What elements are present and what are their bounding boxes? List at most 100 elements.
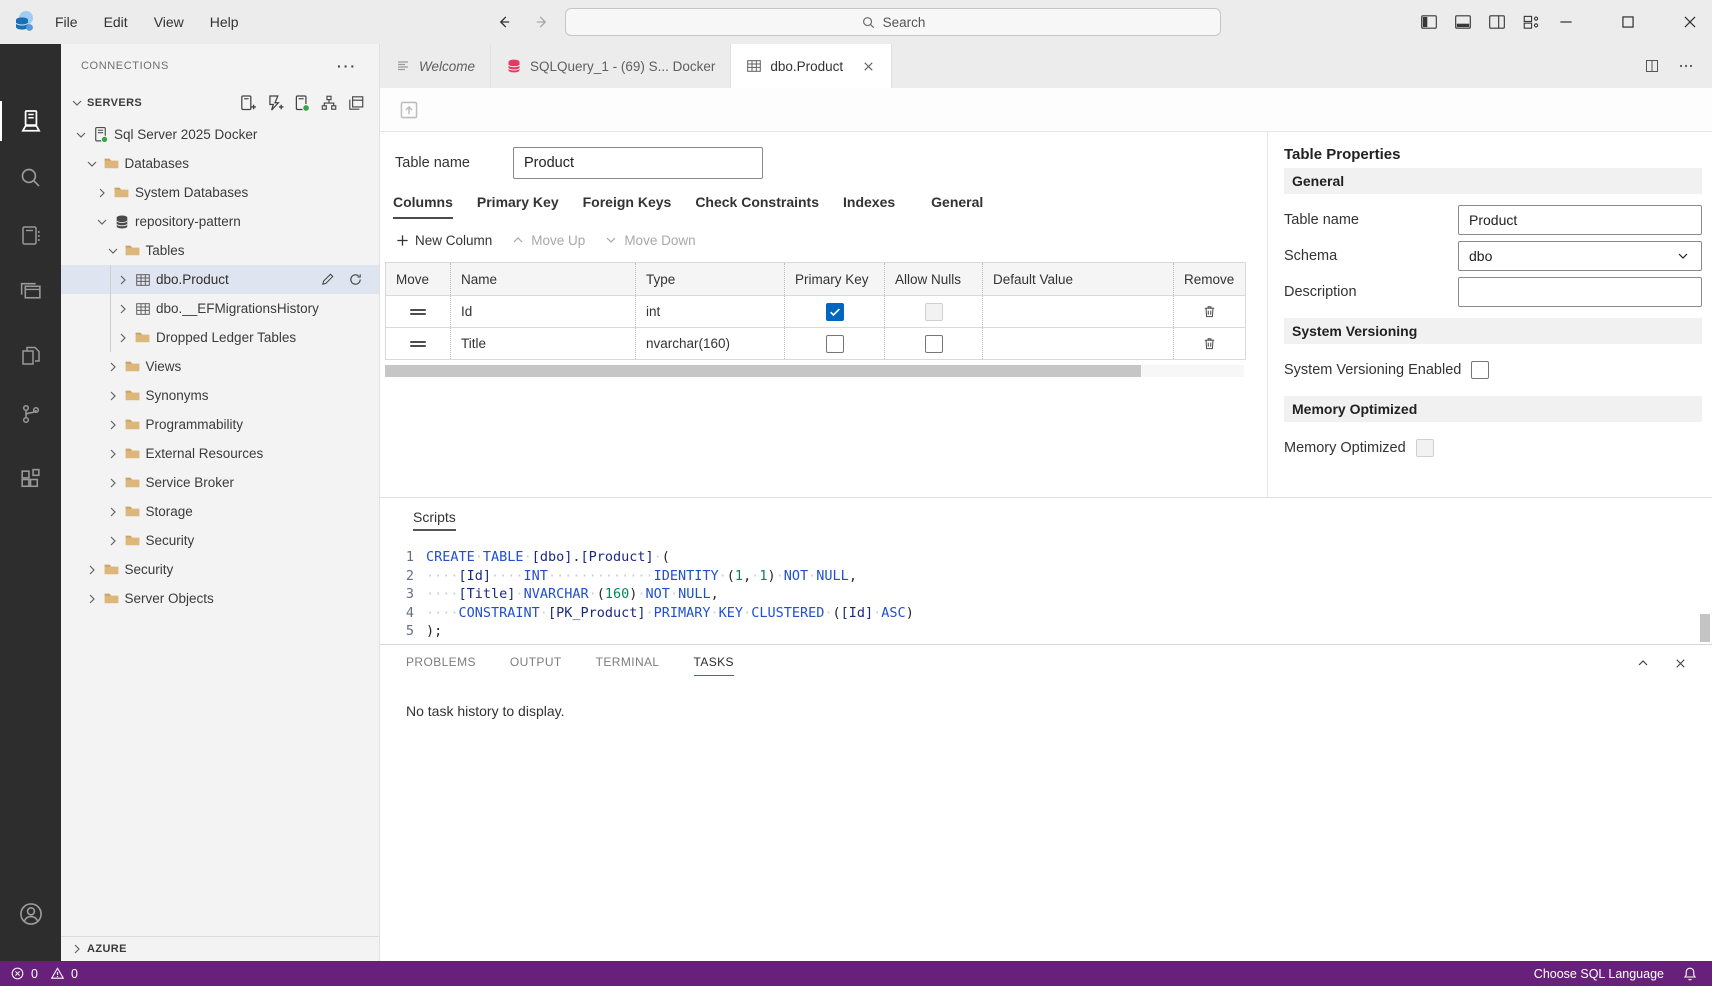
more-actions-icon[interactable] (1678, 58, 1694, 74)
activity-notebooks-icon[interactable] (0, 210, 61, 262)
refresh-icon[interactable] (348, 272, 363, 287)
designer-tab-foreign-keys[interactable]: Foreign Keys (583, 194, 672, 219)
command-center-search[interactable]: Search (565, 8, 1221, 36)
panel-tab-terminal[interactable]: TERMINAL (596, 655, 660, 676)
panel-tab-problems[interactable]: PROBLEMS (406, 655, 476, 676)
collapse-all-icon[interactable] (347, 94, 365, 112)
tree-item-system-databases[interactable]: System Databases (61, 178, 379, 207)
tree-item-dbo-efmigrationshistory[interactable]: dbo.__EFMigrationsHistory (61, 294, 379, 323)
designer-tab-columns[interactable]: Columns (393, 194, 453, 219)
tree-item-sql-server-2025-docker[interactable]: Sql Server 2025 Docker (61, 120, 379, 149)
maximize-panel-icon[interactable] (1635, 655, 1651, 671)
problems-status[interactable]: 0 0 (10, 966, 78, 981)
drag-handle-icon[interactable] (410, 307, 426, 317)
activity-query-editors-icon[interactable] (0, 265, 61, 317)
toggle-sidebar-icon[interactable] (1420, 13, 1438, 31)
activity-source-control-icon[interactable] (0, 388, 61, 440)
designer-tab-general[interactable]: General (931, 194, 983, 219)
scrollbar-thumb[interactable] (385, 365, 1141, 377)
primary-key-checkbox[interactable] (825, 302, 844, 321)
panel-tab-tasks[interactable]: TASKS (693, 655, 734, 676)
primary-key-cell[interactable] (785, 296, 885, 327)
back-arrow-icon[interactable] (494, 13, 512, 31)
edit-icon[interactable] (320, 272, 335, 287)
type-cell[interactable]: nvarchar(160) (636, 328, 785, 359)
publish-changes-icon[interactable] (398, 99, 420, 121)
menu-view[interactable]: View (141, 0, 197, 44)
notifications-bell-icon[interactable] (1682, 966, 1698, 982)
activity-account-icon[interactable] (0, 888, 61, 940)
activity-extensions-icon[interactable] (0, 453, 61, 505)
panel-tab-output[interactable]: OUTPUT (510, 655, 562, 676)
primary-key-cell[interactable] (785, 328, 885, 359)
allow-nulls-cell[interactable] (885, 328, 983, 359)
activity-query-history-icon[interactable] (0, 330, 61, 382)
minimize-button[interactable] (1557, 13, 1575, 31)
move-cell[interactable] (386, 296, 451, 327)
tree-item-tables[interactable]: Tables (61, 236, 379, 265)
menu-edit[interactable]: Edit (91, 0, 141, 44)
grid-row-title[interactable]: Title nvarchar(160) (386, 328, 1245, 360)
servers-section-header[interactable]: SERVERS (61, 88, 379, 118)
customize-layout-icon[interactable] (1522, 13, 1540, 31)
close-panel-icon[interactable] (1673, 655, 1688, 671)
type-cell[interactable]: int (636, 296, 785, 327)
close-button[interactable] (1681, 13, 1699, 31)
tree-item-service-broker[interactable]: Service Broker (61, 468, 379, 497)
tree-item-security[interactable]: Security (61, 555, 379, 584)
tree-item-databases[interactable]: Databases (61, 149, 379, 178)
tree-item-programmability[interactable]: Programmability (61, 410, 379, 439)
tree-item-views[interactable]: Views (61, 352, 379, 381)
tab-welcome[interactable]: Welcome (380, 44, 492, 88)
remove-cell[interactable] (1174, 296, 1245, 327)
activity-search-icon[interactable] (0, 151, 61, 203)
maximize-button[interactable] (1619, 13, 1637, 31)
grid-horizontal-scrollbar[interactable] (385, 365, 1244, 377)
remove-cell[interactable] (1174, 328, 1245, 359)
table-name-input[interactable]: Product (1458, 205, 1702, 235)
scripts-tab[interactable]: Scripts (413, 509, 456, 531)
name-cell[interactable]: Title (451, 328, 636, 359)
more-actions-icon[interactable]: ··· (337, 58, 357, 74)
activity-connections-icon[interactable] (0, 95, 61, 147)
grid-row-id[interactable]: Id int (386, 296, 1245, 328)
drag-handle-icon[interactable] (410, 339, 426, 349)
tree-item-storage[interactable]: Storage (61, 497, 379, 526)
forward-arrow-icon[interactable] (534, 13, 552, 31)
toggle-secondary-sidebar-icon[interactable] (1488, 13, 1506, 31)
allow-nulls-cell[interactable] (885, 296, 983, 327)
new-server-group-icon[interactable] (266, 94, 284, 112)
system-versioning-enabled-checkbox[interactable] (1471, 361, 1490, 379)
language-mode[interactable]: Choose SQL Language (1534, 967, 1664, 981)
tree-item-synonyms[interactable]: Synonyms (61, 381, 379, 410)
primary-key-checkbox[interactable] (825, 334, 844, 353)
designer-tab-check-constraints[interactable]: Check Constraints (695, 194, 819, 219)
split-editor-icon[interactable] (1644, 58, 1660, 74)
menu-file[interactable]: File (42, 0, 91, 44)
name-cell[interactable]: Id (451, 296, 636, 327)
table-name-input[interactable] (513, 147, 763, 179)
default-value-cell[interactable] (983, 296, 1174, 327)
schema-dropdown[interactable]: dbo (1458, 241, 1702, 271)
tree-item-server-objects[interactable]: Server Objects (61, 584, 379, 613)
tab-dbo-product[interactable]: dbo.Product (731, 44, 893, 88)
trash-icon[interactable] (1202, 304, 1217, 319)
new-column-button[interactable]: New Column (395, 233, 492, 248)
default-value-cell[interactable] (983, 328, 1174, 359)
trash-icon[interactable] (1202, 336, 1217, 351)
allow-nulls-checkbox[interactable] (924, 334, 943, 353)
designer-tab-indexes[interactable]: Indexes (843, 194, 895, 219)
toggle-panel-icon[interactable] (1454, 13, 1472, 31)
tree-item-dbo-product[interactable]: dbo.Product (61, 265, 379, 294)
active-connections-icon[interactable] (293, 94, 311, 112)
tab-sqlquery-1-69-s-docker[interactable]: SQLQuery_1 - (69) S... Docker (491, 44, 732, 88)
script-scrollbar-thumb[interactable] (1700, 614, 1710, 642)
new-connection-icon[interactable] (239, 94, 257, 112)
tree-item-repository-pattern[interactable]: repository-pattern (61, 207, 379, 236)
azure-section-header[interactable]: AZURE (61, 936, 379, 961)
move-cell[interactable] (386, 328, 451, 359)
description-input[interactable] (1458, 277, 1702, 307)
connections-tree-icon[interactable] (320, 94, 338, 112)
tree-item-security[interactable]: Security (61, 526, 379, 555)
designer-tab-primary-key[interactable]: Primary Key (477, 194, 559, 219)
